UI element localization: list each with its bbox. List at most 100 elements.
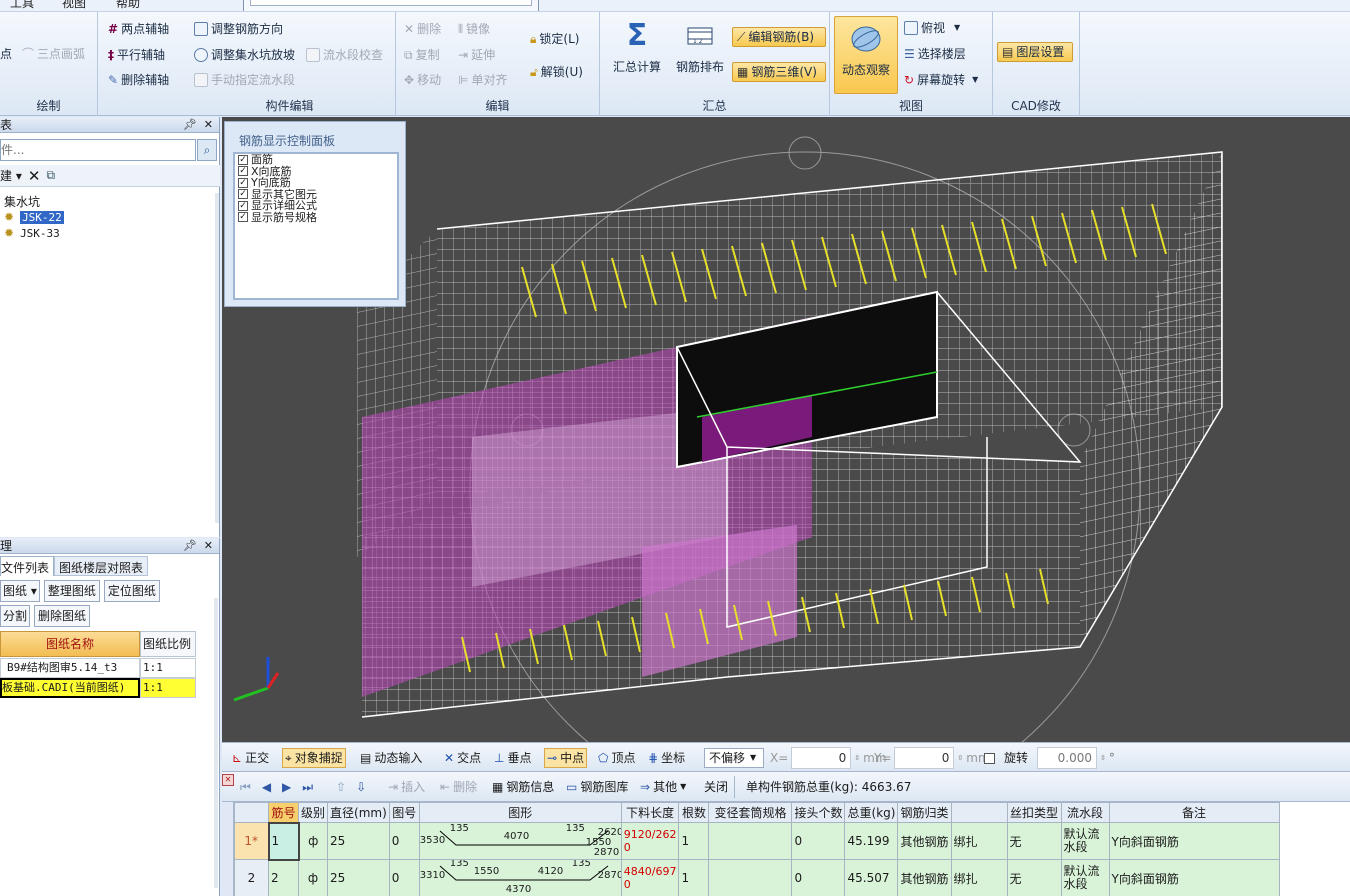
menu-view[interactable]: 视图 [62, 0, 86, 11]
rebar-arrange-button[interactable]: 1 2 钢筋排布 [672, 20, 728, 75]
first-record-icon[interactable]: ⏮ [240, 777, 259, 797]
pin-icon[interactable]: 📌︎ [183, 538, 197, 554]
column-header[interactable] [950, 802, 1008, 823]
tab-floor-mapping[interactable]: 图纸楼层对照表 [54, 556, 149, 576]
cell-figure-no[interactable]: 0 [388, 822, 420, 860]
table-row-current[interactable]: 板基础.CADI(当前图纸) 1:1 [0, 678, 196, 698]
offset-mode-select[interactable]: 不偏移 ▼ [704, 748, 764, 768]
rebar-library-button[interactable]: ▭ 钢筋图库 [566, 777, 628, 797]
cell-weight[interactable]: 45.199 [844, 822, 899, 860]
select-floor-button[interactable]: ☰ 选择楼层 [904, 44, 966, 64]
parallel-aux-button[interactable]: ‡ 平行辅轴 [108, 45, 165, 65]
table-row[interactable]: 1* 1 ф 25 0 3530 135 4070 135 2620 1550 … [234, 821, 1280, 861]
last-record-icon[interactable]: ⏭ [302, 777, 321, 797]
column-header-scale[interactable]: 图纸比例 [140, 631, 196, 657]
new-button[interactable]: 建 ▾ [0, 167, 22, 184]
mirror-button[interactable]: ⫴ 镜像 [458, 19, 490, 39]
3d-viewport[interactable]: 钢筋显示控制面板 ✓ 面筋 ✓ X向底筋 ✓ Y向底筋 ✓ 显示其它图元 ✓ 显示详细公式… [222, 117, 1350, 742]
other-menu-button[interactable]: ⇒ 其他 ▼ [640, 777, 686, 797]
cell-count[interactable]: 1 [678, 822, 710, 860]
flow-section-check-button[interactable]: 流水段校查 [306, 45, 383, 65]
option-show-rebar-spec[interactable]: ✓ 显示筋号规格 [235, 212, 397, 224]
tab-file-list[interactable]: 文件列表 [0, 556, 55, 576]
next-record-icon[interactable]: ▶ [282, 777, 299, 797]
align-button[interactable]: ⊫ 单对齐 [458, 70, 507, 90]
move-down-icon[interactable]: ⇩ [356, 777, 366, 797]
column-header[interactable]: 级别 [297, 802, 329, 823]
option-y-bottom-rebar[interactable]: ✓ Y向底筋 [235, 177, 397, 189]
scrollbar[interactable] [215, 193, 219, 523]
cell-grade[interactable]: ф [297, 822, 329, 860]
locate-drawing-button[interactable]: 定位图纸 [103, 580, 160, 602]
menu-tools[interactable]: 工具 [10, 0, 34, 11]
grid-close-icon[interactable]: ✕ [222, 774, 234, 786]
organize-drawing-button[interactable]: 整理图纸 [43, 580, 100, 602]
dynamic-input-button[interactable]: ▤ 动态输入 [360, 748, 422, 768]
three-point-arc-button[interactable]: ⌒ 三点画弧 [22, 44, 85, 64]
cell-cut-length[interactable]: 4840/697 0 [620, 859, 680, 896]
top-view-button[interactable]: 俯视 ▼ [904, 18, 960, 38]
column-header[interactable]: 直径(mm) [327, 802, 390, 823]
close-icon[interactable]: ✕ [204, 538, 213, 554]
adjust-pit-slope-button[interactable]: 调整集水坑放坡 [194, 45, 295, 65]
cell-thread[interactable]: 无 [1006, 822, 1062, 860]
column-header[interactable]: 图号 [388, 802, 420, 823]
column-header[interactable]: 钢筋归类 [897, 802, 952, 823]
cell-count[interactable]: 1 [678, 859, 710, 896]
perpendicular-snap-button[interactable]: ⊥ 垂点 [494, 748, 531, 768]
copy-button[interactable]: ⧉ 复制 [404, 45, 440, 65]
option-top-rebar[interactable]: ✓ 面筋 [235, 154, 397, 166]
cell-bar-id[interactable]: 2 [268, 859, 299, 896]
pin-icon[interactable]: 📌︎ [183, 117, 197, 133]
rotate-checkbox[interactable]: 旋转 [984, 748, 1028, 768]
tree-item-jsk-22[interactable]: ✹ JSK-22 [0, 209, 64, 225]
delete-row-button[interactable]: ⇤ 删除 [440, 777, 477, 797]
tree-root[interactable]: 集水坑 [0, 193, 64, 209]
intersection-snap-button[interactable]: ✕ 交点 [444, 748, 481, 768]
delete-drawing-button[interactable]: 删除图纸 [34, 605, 91, 627]
prev-record-icon[interactable]: ◀ [262, 777, 279, 797]
two-point-aux-button[interactable]: # 两点辅轴 [108, 19, 169, 39]
column-header[interactable]: 筋号 [268, 802, 299, 823]
cell-joints[interactable]: 0 [791, 859, 846, 896]
column-header[interactable]: 接头个数 [791, 802, 846, 823]
ortho-button[interactable]: ⊾ 正交 [232, 748, 269, 768]
close-icon[interactable]: ✕ [204, 117, 213, 133]
cell-bind[interactable]: 绑扎 [950, 822, 1008, 860]
scrollbar[interactable] [214, 598, 218, 888]
column-header[interactable]: 变径套筒规格 [708, 802, 793, 823]
table-row[interactable]: B9#结构图审5.14_t3 1:1 [0, 658, 196, 678]
delete-button[interactable]: ✕ 删除 [404, 19, 441, 39]
extend-button[interactable]: ⇥ 延伸 [458, 45, 495, 65]
column-header[interactable]: 丝扣类型 [1006, 802, 1062, 823]
menu-help[interactable]: 帮助 [116, 0, 140, 11]
cell-bind[interactable]: 绑扎 [950, 859, 1008, 896]
cell-weight[interactable]: 45.507 [844, 859, 899, 896]
adjust-rebar-direction-button[interactable]: 调整钢筋方向 [194, 19, 283, 39]
cell-bar-id[interactable]: 1 [267, 821, 300, 861]
rebar-3d-button[interactable]: ▦ 钢筋三维(V) [732, 62, 826, 82]
cell-remark[interactable]: Y向斜面钢筋 [1108, 822, 1280, 860]
column-header[interactable]: 下料长度 [620, 802, 680, 823]
option-show-formula[interactable]: ✓ 显示详细公式 [235, 200, 397, 212]
lock-button[interactable]: 🔒︎ 锁定(L) [530, 29, 579, 49]
cell-category[interactable]: 其他钢筋 [897, 822, 952, 860]
x-coordinate-field[interactable]: X= 0 ⇳ mm [770, 747, 887, 769]
manual-flow-section-button[interactable]: 手动指定流水段 [194, 70, 295, 90]
delete-aux-button[interactable]: ✎ 删除辅轴 [108, 70, 169, 90]
object-snap-button[interactable]: ⌖ 对象捕捉 [282, 748, 346, 768]
edit-rebar-button[interactable]: ⟋ 编辑钢筋(B) [732, 27, 826, 47]
delete-icon[interactable]: ✕ [28, 167, 41, 185]
cell-coupler[interactable] [708, 859, 793, 896]
point-button[interactable]: 点 [0, 44, 12, 64]
insert-button[interactable]: ⇥ 插入 [388, 777, 425, 797]
rotate-angle-field[interactable]: 0.000 ⇳ ° [1037, 747, 1115, 769]
add-drawing-button[interactable]: 图纸 ▾ [0, 580, 40, 602]
column-header[interactable]: 图形 [418, 802, 622, 823]
coordinate-snap-button[interactable]: ⋕ 坐标 [648, 748, 685, 768]
cell-flow[interactable]: 默认流水段 [1060, 822, 1110, 860]
cell-shape[interactable]: 3310 135 1550 4120 135 2870 4370 [418, 859, 622, 896]
cell-flow[interactable]: 默认流水段 [1060, 859, 1110, 896]
summary-calc-button[interactable]: Σ 汇总计算 [608, 20, 666, 75]
cell-diameter[interactable]: 25 [327, 822, 390, 860]
